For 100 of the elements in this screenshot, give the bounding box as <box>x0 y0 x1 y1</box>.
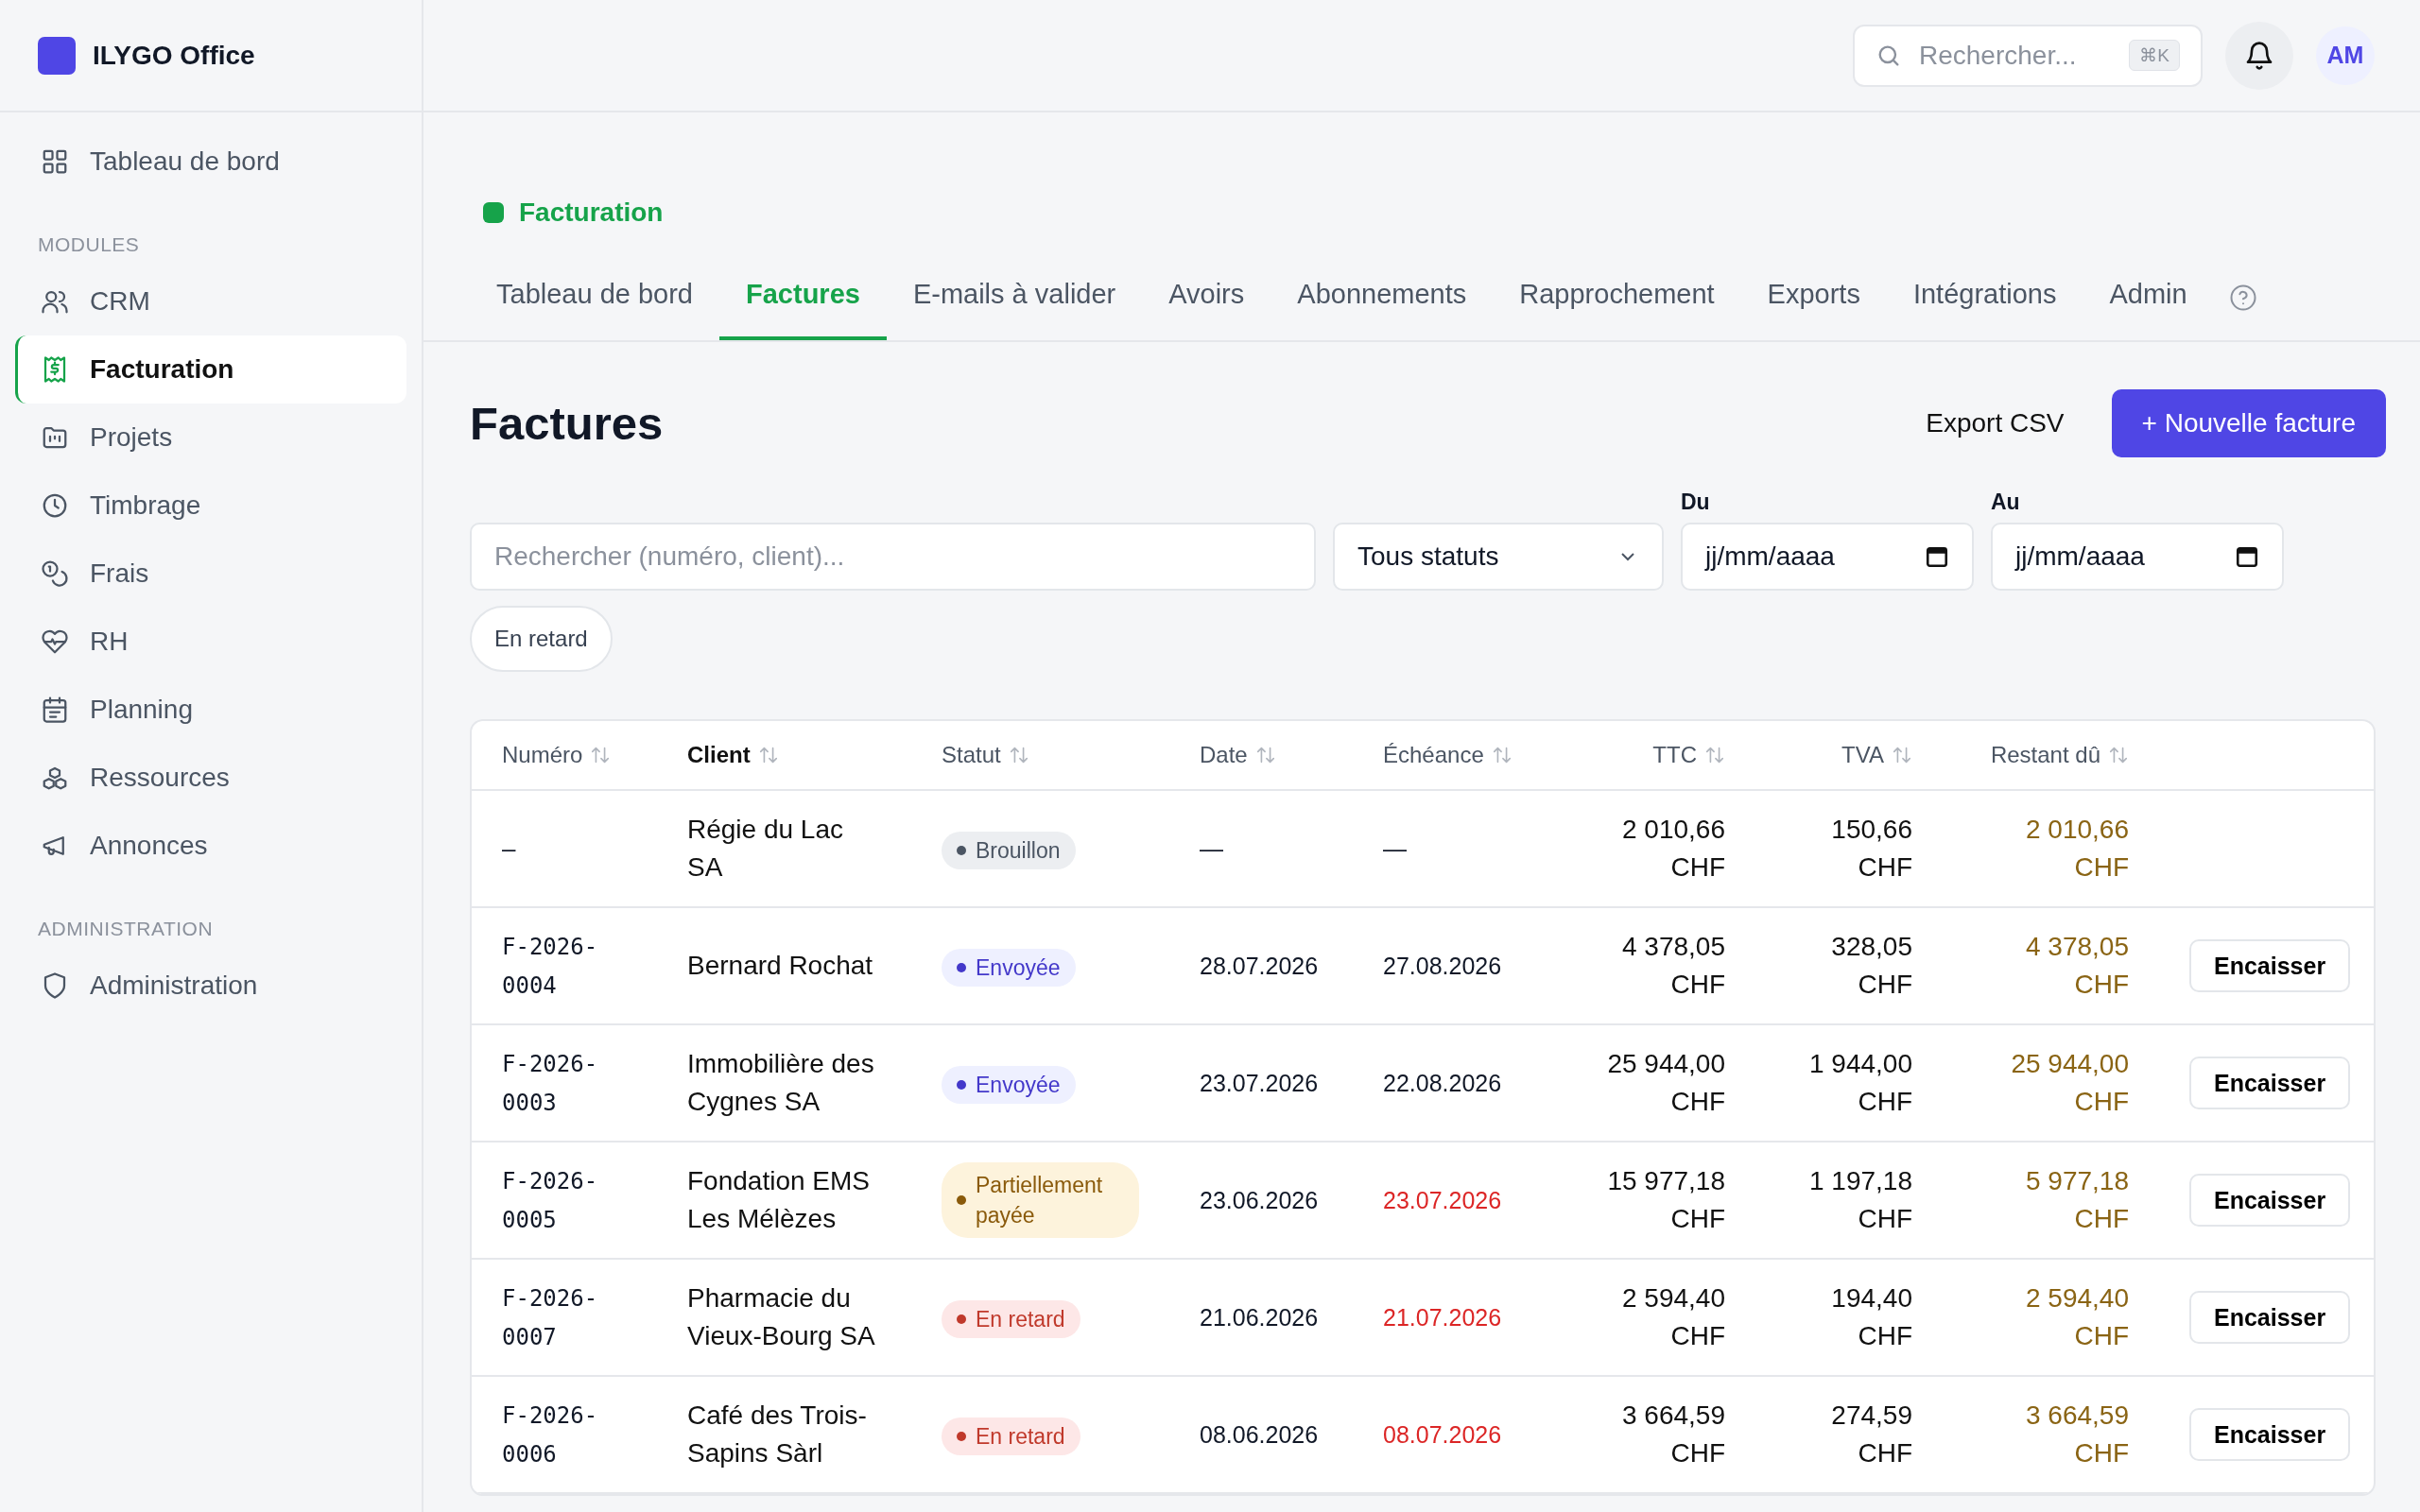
sidebar-item[interactable]: Timbrage <box>15 472 406 540</box>
clock-icon <box>41 491 69 520</box>
status-select[interactable]: Tous statuts <box>1333 523 1664 591</box>
client-name: Régie du Lac SA <box>687 815 843 882</box>
sort-icon <box>2108 745 2129 765</box>
status-badge: En retard <box>942 1300 1080 1338</box>
table-cell: 194,40 CHF <box>1831 1283 1912 1350</box>
module-icon <box>483 202 504 223</box>
client-name: Café des Trois-Sapins Sàrl <box>687 1400 867 1468</box>
table-cell: 27.08.2026 <box>1383 953 1502 979</box>
column-header[interactable]: Statut <box>942 742 1029 768</box>
user-avatar[interactable]: AM <box>2316 26 2375 85</box>
sidebar-item[interactable]: Frais <box>15 540 406 608</box>
sidebar-item[interactable]: RH <box>15 608 406 676</box>
table-cell: 2 010,66 CHF <box>1622 815 1725 882</box>
table-cell: 21.07.2026 <box>1383 1304 1502 1331</box>
table-cell: 2 594,40 CHF <box>2026 1283 2129 1350</box>
collect-button[interactable]: Encaisser <box>2189 1174 2351 1227</box>
page-title: Factures <box>470 397 664 450</box>
table-cell: 15 977,18 CHF <box>1607 1166 1725 1233</box>
sidebar-item[interactable]: Projets <box>15 404 406 472</box>
logo-icon <box>38 36 76 75</box>
invoice-number: F-2026-0003 <box>502 1051 598 1116</box>
table-cell: 4 378,05 CHF <box>1622 932 1725 999</box>
collect-button[interactable]: Encaisser <box>2189 1291 2351 1344</box>
table-cell: 1 944,00 CHF <box>1809 1049 1912 1116</box>
table-cell: 23.06.2026 <box>1200 1187 1319 1213</box>
column-header[interactable]: Restant dû <box>1990 742 2129 768</box>
column-header[interactable]: TVA <box>1841 742 1912 768</box>
table-cell: 328,05 CHF <box>1831 932 1912 999</box>
client-name: Immobilière des Cygnes SA <box>687 1049 874 1116</box>
tab[interactable]: E-mails à valider <box>886 267 1143 340</box>
section-heading: MODULES <box>37 232 141 257</box>
section-heading: ADMINISTRATION <box>37 917 215 941</box>
status-badge: En retard <box>942 1418 1080 1455</box>
column-header[interactable]: Date <box>1200 742 1276 768</box>
tab[interactable]: Intégrations <box>1886 267 2083 340</box>
grid-icon <box>41 147 69 176</box>
invoice-number: F-2026-0006 <box>502 1402 598 1468</box>
field-label: Au <box>1991 490 2021 515</box>
table-cell: 3 664,59 CHF <box>2026 1400 2129 1468</box>
table-cell: 1 197,18 CHF <box>1809 1166 1912 1233</box>
sidebar-item[interactable]: Administration <box>15 952 406 1020</box>
tab[interactable]: Tableau de bord <box>470 267 719 340</box>
column-header[interactable]: Client <box>687 742 779 768</box>
column-header[interactable]: Échéance <box>1383 742 1512 768</box>
tab[interactable]: Abonnements <box>1270 267 1494 340</box>
export-button[interactable]: Export CSV <box>1907 389 2083 457</box>
status-badge: Envoyée <box>942 949 1076 987</box>
coins-icon <box>41 559 69 588</box>
table-cell: 22.08.2026 <box>1383 1070 1502 1096</box>
table-cell: 274,59 CHF <box>1831 1400 1912 1468</box>
search-field[interactable]: Rechercher (numéro, client)... <box>470 523 1316 591</box>
table-cell: 08.07.2026 <box>1383 1421 1502 1448</box>
table-cell: 3 664,59 CHF <box>1622 1400 1725 1468</box>
calendar-icon <box>1925 544 1949 569</box>
sidebar-item[interactable]: Ressources <box>15 744 406 812</box>
table-cell: 23.07.2026 <box>1383 1187 1502 1213</box>
heart-pulse-icon <box>41 627 69 656</box>
calendar-icon <box>2235 544 2259 569</box>
table-cell: 4 378,05 CHF <box>2026 932 2129 999</box>
collect-button[interactable]: Encaisser <box>2189 1057 2351 1109</box>
table-cell: 2 594,40 CHF <box>1622 1283 1725 1350</box>
table-cell: — <box>1383 835 1407 862</box>
date-field[interactable]: jj/mm/aaaa <box>1991 523 2284 591</box>
column-header[interactable]: Numéro <box>502 742 612 768</box>
table-cell: 5 977,18 CHF <box>2026 1166 2129 1233</box>
invoice-number: F-2026-0004 <box>502 934 598 999</box>
shortcut-hint: ⌘K <box>2129 39 2180 71</box>
sidebar-item[interactable]: Planning <box>15 676 406 744</box>
overdue-filter-chip[interactable]: En retard <box>470 606 613 672</box>
tab[interactable]: Avoirs <box>1142 267 1271 340</box>
module-title: Facturation <box>519 198 664 228</box>
bell-icon <box>2244 40 2274 71</box>
new-invoice-button[interactable]: + Nouvelle facture <box>2111 389 2386 457</box>
column-header[interactable]: TTC <box>1652 742 1725 768</box>
calendar-icon <box>41 696 69 724</box>
sort-icon <box>1704 745 1725 765</box>
table-cell: 2 010,66 CHF <box>2026 815 2129 882</box>
sidebar-item[interactable]: Facturation <box>15 335 406 404</box>
collect-button[interactable]: Encaisser <box>2189 939 2351 992</box>
tab[interactable]: Exports <box>1740 267 1887 340</box>
client-name: Pharmacie du Vieux-Bourg SA <box>687 1283 875 1350</box>
collect-button[interactable]: Encaisser <box>2189 1408 2351 1461</box>
sidebar-item[interactable]: Annonces <box>15 812 406 880</box>
sidebar-item[interactable]: CRM <box>15 267 406 335</box>
invoice-number: — <box>502 835 516 863</box>
table-cell: — <box>1200 835 1223 862</box>
table-cell: 23.07.2026 <box>1200 1070 1319 1096</box>
date-field[interactable]: jj/mm/aaaa <box>1681 523 1974 591</box>
help-icon[interactable] <box>2228 283 2257 312</box>
tab[interactable]: Rapprochement <box>1493 267 1741 340</box>
table-cell: 150,66 CHF <box>1831 815 1912 882</box>
sidebar-item[interactable]: Tableau de bord <box>15 128 406 196</box>
tab[interactable]: Admin <box>2083 267 2214 340</box>
sort-icon <box>757 745 779 765</box>
table-cell: 25 944,00 CHF <box>1607 1049 1725 1116</box>
table-cell: 25 944,00 CHF <box>2011 1049 2129 1116</box>
client-name: Fondation EMS Les Mélèzes <box>687 1166 870 1233</box>
status-badge: Envoyée <box>942 1066 1076 1104</box>
